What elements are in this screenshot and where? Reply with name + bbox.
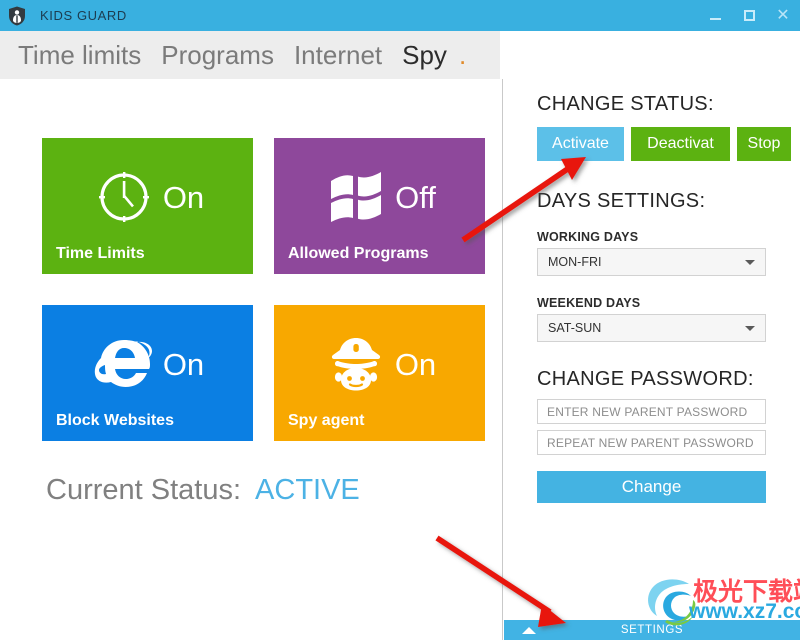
current-status-value: ACTIVE [255, 474, 360, 506]
tile-allowed-programs-state: Off [395, 179, 436, 215]
dashboard-pane: On Time Limits Off Allowed Programs On B… [0, 79, 503, 640]
current-status-label: Current Status: [46, 474, 242, 506]
tile-allowed-programs[interactable]: Off Allowed Programs [274, 138, 485, 274]
change-password-button[interactable]: Change [537, 471, 766, 503]
internet-explorer-icon [91, 331, 157, 397]
tab-internet[interactable]: Internet [284, 40, 392, 71]
tile-time-limits-state: On [162, 179, 205, 215]
windows-flag-icon [323, 164, 389, 230]
weekend-days-label: WEEKEND DAYS [537, 296, 641, 310]
maximize-icon[interactable] [732, 0, 766, 31]
tile-allowed-programs-row: Off [274, 160, 485, 234]
tab-programs[interactable]: Programs [151, 40, 284, 71]
clock-icon [91, 164, 157, 230]
tile-block-websites[interactable]: On Block Websites [42, 305, 253, 441]
change-status-button-row: Activate Deactivat Stop [537, 127, 791, 161]
tile-time-limits-caption: Time Limits [56, 245, 145, 262]
close-icon[interactable]: ✕ [766, 0, 800, 31]
working-days-select[interactable]: MON-FRI [537, 248, 766, 276]
working-days-label: WORKING DAYS [537, 230, 639, 244]
deactivate-button[interactable]: Deactivat [631, 127, 730, 161]
tile-block-websites-row: On [42, 327, 253, 401]
police-officer-icon [323, 331, 389, 397]
tab-bar: Time limits Programs Internet Spy . [0, 31, 500, 79]
tile-block-websites-caption: Block Websites [56, 412, 174, 429]
working-days-value: MON-FRI [548, 255, 602, 269]
stop-button[interactable]: Stop [737, 127, 791, 161]
days-settings-heading: DAYS SETTINGS: [537, 190, 706, 212]
title-bar: KIDS GUARD ✕ [0, 0, 800, 31]
window-controls: ✕ [698, 0, 800, 31]
tile-block-websites-state: On [162, 346, 205, 382]
settings-bar[interactable]: SETTINGS [504, 620, 800, 640]
application-window: KIDS GUARD ✕ Time limits Programs Intern… [0, 0, 800, 640]
tile-spy-agent-caption: Spy agent [288, 412, 365, 429]
tab-time-limits[interactable]: Time limits [8, 40, 151, 71]
chevron-down-icon [745, 325, 755, 331]
chevron-down-icon [745, 259, 755, 265]
activate-button[interactable]: Activate [537, 127, 624, 161]
tile-spy-agent-state: On [394, 346, 437, 382]
tab-spy[interactable]: Spy [392, 40, 457, 71]
repeat-password-field[interactable]: REPEAT NEW PARENT PASSWORD [537, 430, 766, 455]
tile-time-limits[interactable]: On Time Limits [42, 138, 253, 274]
settings-bar-label: SETTINGS [620, 624, 684, 636]
new-password-field[interactable]: ENTER NEW PARENT PASSWORD [537, 399, 766, 424]
weekend-days-select[interactable]: SAT-SUN [537, 314, 766, 342]
repeat-password-placeholder: REPEAT NEW PARENT PASSWORD [547, 435, 754, 450]
change-password-heading: CHANGE PASSWORD: [537, 368, 754, 390]
new-password-placeholder: ENTER NEW PARENT PASSWORD [547, 404, 748, 419]
shield-person-icon [2, 0, 32, 31]
tile-spy-agent-row: On [274, 327, 485, 401]
settings-panel: CHANGE STATUS: Activate Deactivat Stop D… [504, 31, 800, 640]
weekend-days-value: SAT-SUN [548, 321, 602, 335]
tab-overflow-indicator: . [458, 39, 467, 70]
minimize-icon[interactable] [698, 0, 732, 31]
current-status-line: Current Status: ACTIVE [46, 474, 360, 507]
tile-allowed-programs-caption: Allowed Programs [288, 245, 429, 262]
tile-spy-agent[interactable]: On Spy agent [274, 305, 485, 441]
window-title: KIDS GUARD [40, 8, 127, 23]
change-status-heading: CHANGE STATUS: [537, 93, 714, 115]
tile-time-limits-row: On [42, 160, 253, 234]
